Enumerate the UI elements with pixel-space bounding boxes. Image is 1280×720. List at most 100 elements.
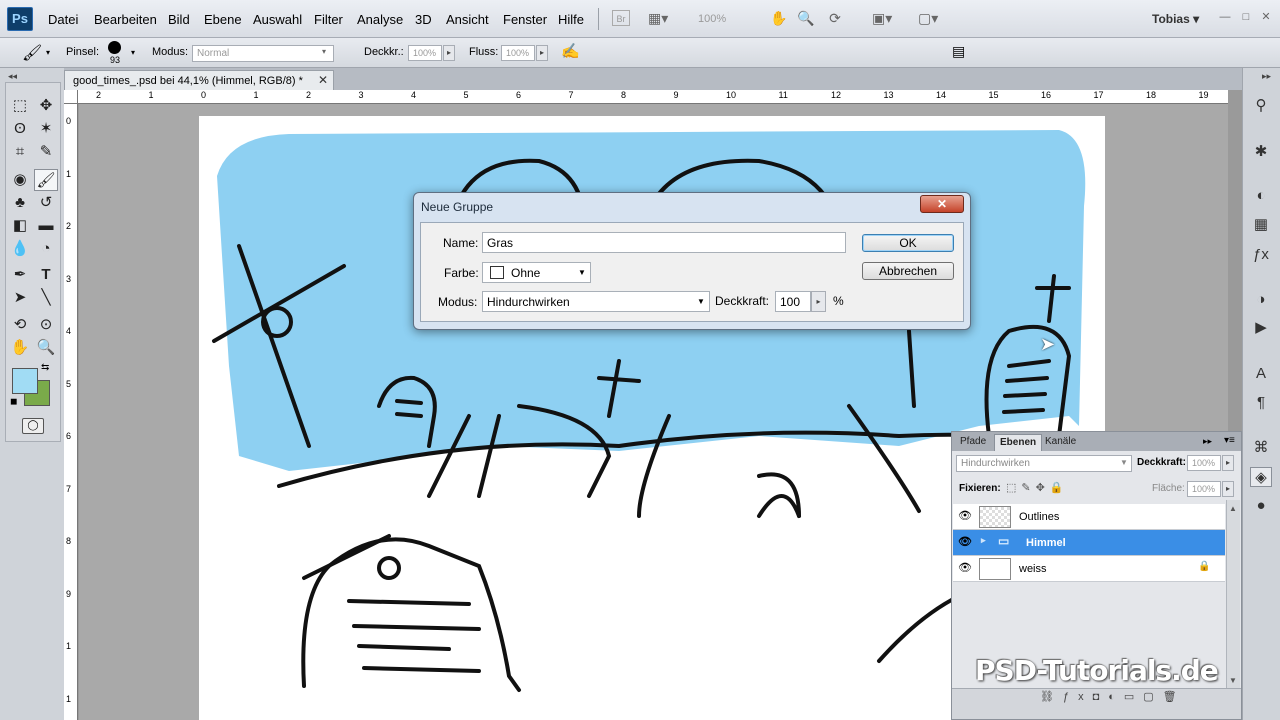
menu-ansicht[interactable]: Ansicht: [446, 12, 489, 27]
menu-bild[interactable]: Bild: [168, 12, 190, 27]
horizontal-ruler[interactable]: 2 1 0 1 2 3 4 5 6 7 8 9 10 11 12 13 14 15 16 17 18 19: [78, 90, 1228, 104]
paths-icon[interactable]: ⌘: [1250, 438, 1272, 458]
menu-ebene[interactable]: Ebene: [204, 12, 242, 27]
document-tab[interactable]: good_times_.psd bei 44,1% (Himmel, RGB/8…: [64, 70, 334, 90]
zoom-tool-icon[interactable]: 🔍: [34, 337, 58, 359]
panel-menu-icon[interactable]: ▾≡: [1224, 435, 1235, 446]
brush-preset-arrow-icon[interactable]: ▾: [46, 48, 50, 57]
layer-row[interactable]: 👁 Outlines: [953, 504, 1225, 530]
character-icon[interactable]: A: [1250, 364, 1272, 384]
expand-dock-icon[interactable]: ▸▸: [1262, 71, 1271, 82]
mini-bridge-icon[interactable]: ⚲: [1250, 96, 1272, 116]
quick-mask-icon[interactable]: ◯: [22, 418, 44, 434]
minimize-icon[interactable]: —: [1218, 10, 1232, 24]
brush-panel-icon[interactable]: ▤: [952, 43, 965, 60]
brush-tool-icon[interactable]: 🖌: [34, 169, 58, 191]
view-extras-icon[interactable]: ▦▾: [648, 10, 668, 26]
adjustments-icon[interactable]: ◑: [1250, 290, 1272, 310]
styles-icon[interactable]: ƒx: [1250, 245, 1272, 265]
collapse-panel-icon[interactable]: ▸▸: [1203, 436, 1212, 447]
blur-tool-icon[interactable]: 💧: [8, 238, 32, 260]
hand-tool-icon[interactable]: ✋: [8, 337, 32, 359]
layers-icon[interactable]: ◈: [1250, 467, 1272, 487]
3d-rotate-icon[interactable]: ⟲: [8, 314, 32, 336]
maximize-icon[interactable]: □: [1239, 10, 1253, 24]
pen-tool-icon[interactable]: ✒: [8, 264, 32, 286]
flow-slider-arrow-icon[interactable]: ▸: [536, 45, 548, 61]
lock-icons[interactable]: ⬚✎✥🔒: [1006, 481, 1069, 494]
menu-auswahl[interactable]: Auswahl: [253, 12, 302, 27]
3d-orbit-icon[interactable]: ⊙: [34, 314, 58, 336]
rotate-view-icon[interactable]: ⟳: [826, 10, 844, 26]
menu-3d[interactable]: 3D: [415, 12, 432, 27]
brush-tip-icon[interactable]: [108, 41, 121, 54]
zoom-level[interactable]: 100%: [698, 13, 726, 25]
default-colors-icon[interactable]: ◼: [10, 396, 17, 407]
path-selection-icon[interactable]: ➤: [8, 287, 32, 309]
opacity-slider-arrow-icon[interactable]: ▸: [811, 291, 826, 312]
navigator-icon[interactable]: ✱: [1250, 142, 1272, 162]
bridge-icon[interactable]: Br: [612, 10, 630, 26]
swatches-icon[interactable]: ▦: [1250, 215, 1272, 235]
brush-picker-arrow-icon[interactable]: ▾: [131, 48, 135, 57]
history-brush-icon[interactable]: ↺: [34, 192, 58, 214]
foreground-color-swatch[interactable]: [12, 368, 38, 394]
cancel-button[interactable]: Abbrechen: [862, 262, 954, 280]
actions-icon[interactable]: ▶: [1250, 318, 1272, 338]
group-name-input[interactable]: Gras: [482, 232, 846, 253]
ok-button[interactable]: OK: [862, 234, 954, 252]
tab-layers[interactable]: Ebenen: [994, 434, 1043, 451]
layer-row[interactable]: 👁 ▸ ▭ Himmel: [953, 530, 1225, 556]
dodge-tool-icon[interactable]: ◔: [34, 238, 58, 260]
visibility-eye-icon[interactable]: 👁: [958, 561, 972, 574]
hand-tool-icon[interactable]: ✋: [770, 10, 788, 26]
close-icon[interactable]: ✕: [1259, 10, 1273, 24]
zoom-tool-icon[interactable]: 🔍: [797, 10, 815, 26]
swap-colors-icon[interactable]: ⇆: [41, 362, 49, 373]
menu-filter[interactable]: Filter: [314, 12, 343, 27]
opacity-field[interactable]: 100%: [408, 45, 442, 61]
fill-field[interactable]: 100%: [1187, 481, 1221, 497]
scroll-up-icon[interactable]: ▲: [1229, 504, 1237, 513]
layer-opacity-arrow-icon[interactable]: ▸: [1222, 455, 1234, 471]
tab-close-icon[interactable]: ✕: [318, 73, 328, 87]
paragraph-icon[interactable]: ¶: [1250, 393, 1272, 413]
ruler-origin[interactable]: [64, 90, 78, 104]
layers-scrollbar[interactable]: [1226, 500, 1240, 690]
gradient-tool-icon[interactable]: ▬: [34, 215, 58, 237]
line-tool-icon[interactable]: ╲: [34, 287, 58, 309]
marquee-tool-icon[interactable]: ⬚: [8, 95, 32, 117]
photoshop-logo[interactable]: Ps: [7, 7, 33, 31]
workspace-user[interactable]: Tobias ▾: [1152, 12, 1199, 26]
group-opacity-input[interactable]: 100: [775, 291, 811, 312]
magic-wand-icon[interactable]: ✶: [34, 118, 58, 140]
eraser-tool-icon[interactable]: ◧: [8, 215, 32, 237]
layer-opacity-field[interactable]: 100%: [1187, 455, 1221, 471]
layer-footer-icons[interactable]: ⛓ƒx◘◐▭▢🗑: [1040, 690, 1186, 703]
crop-tool-icon[interactable]: ⌗: [8, 141, 32, 163]
menu-analyse[interactable]: Analyse: [357, 12, 403, 27]
brush-preset-icon[interactable]: 🖌: [22, 43, 42, 63]
arrange-documents-icon[interactable]: ▣▾: [872, 10, 892, 26]
channels-icon[interactable]: ●: [1250, 496, 1272, 516]
screen-mode-icon[interactable]: ▢▾: [918, 10, 938, 26]
clone-stamp-icon[interactable]: ♣: [8, 192, 32, 214]
dialog-close-button[interactable]: ✕: [920, 195, 964, 213]
move-tool-icon[interactable]: ✥: [34, 95, 58, 117]
expand-group-icon[interactable]: ▸: [981, 535, 986, 546]
airbrush-icon[interactable]: ✍: [561, 42, 580, 60]
layer-blend-mode-select[interactable]: Hindurchwirken: [956, 455, 1132, 472]
opacity-slider-arrow-icon[interactable]: ▸: [443, 45, 455, 61]
menu-bearbeiten[interactable]: Bearbeiten: [94, 12, 157, 27]
visibility-eye-icon[interactable]: 👁: [958, 535, 972, 548]
vertical-ruler[interactable]: 0 1 2 3 4 5 6 7 8 9 1 1: [64, 104, 78, 720]
collapse-toolbar-icon[interactable]: ◂◂: [8, 71, 17, 82]
layer-row[interactable]: 👁 weiss 🔒: [953, 556, 1225, 582]
eyedropper-tool-icon[interactable]: ✎: [34, 141, 58, 163]
visibility-eye-icon[interactable]: 👁: [958, 509, 972, 522]
spot-healing-icon[interactable]: ◉: [8, 169, 32, 191]
fill-arrow-icon[interactable]: ▸: [1222, 481, 1234, 497]
tab-paths[interactable]: Pfade: [955, 434, 991, 451]
menu-datei[interactable]: Datei: [48, 12, 78, 27]
menu-hilfe[interactable]: Hilfe: [558, 12, 584, 27]
